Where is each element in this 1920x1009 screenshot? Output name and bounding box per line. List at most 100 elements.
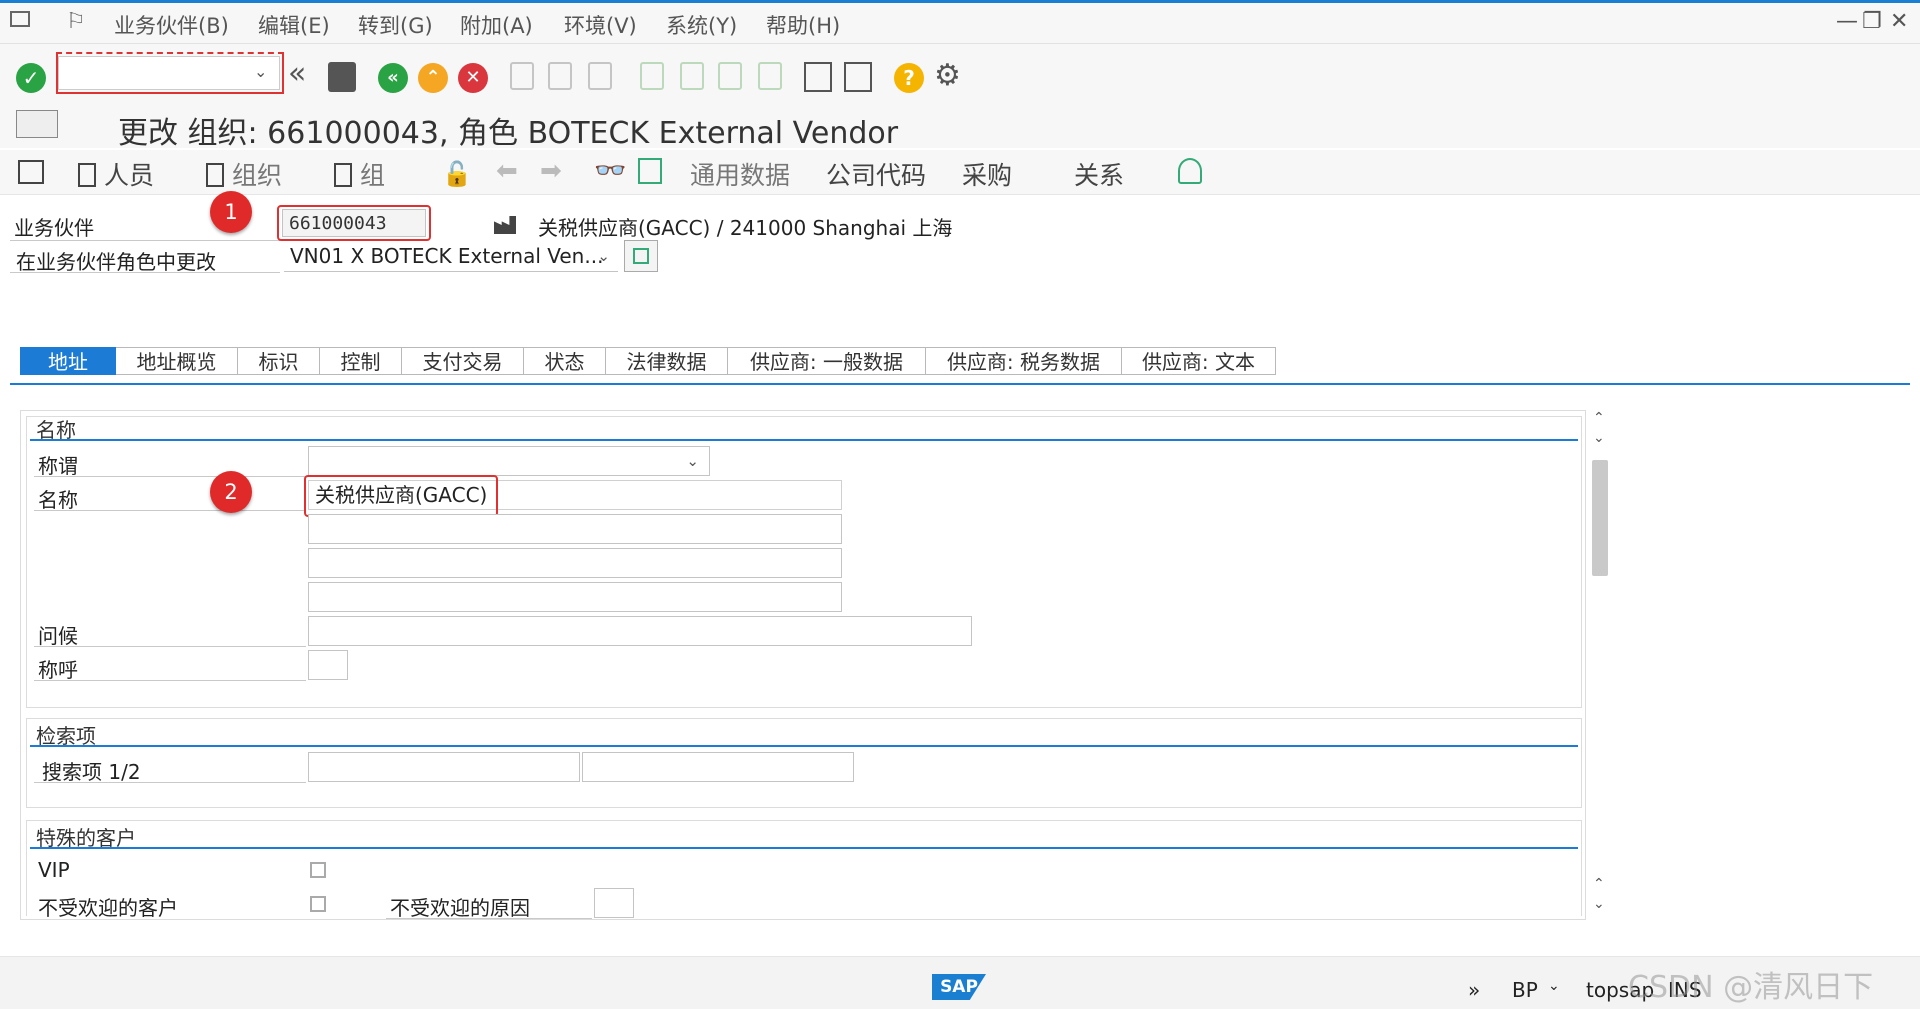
enter-icon[interactable]: ✓ (16, 63, 46, 93)
chevron-down-icon[interactable]: ⌄ (1548, 978, 1560, 994)
search-group-line (30, 745, 1578, 747)
tab-control[interactable]: 控制 (320, 347, 402, 375)
bp-description: 关税供应商(GACC) / 241000 Shanghai 上海 (538, 216, 953, 240)
scroll-up-icon[interactable]: ⌃ (1593, 410, 1605, 426)
status-expand-icon[interactable]: » (1468, 978, 1480, 1002)
tab-address[interactable]: 地址 (20, 347, 116, 375)
unwanted-customer-checkbox[interactable] (310, 896, 326, 912)
back-icon[interactable]: « (378, 63, 408, 93)
person-button[interactable]: 人员 (78, 156, 154, 192)
menu-environment[interactable]: 环境(V) (564, 10, 637, 40)
application-toolbar (0, 150, 1920, 195)
role-select[interactable]: VN01 X BOTECK External Ven... ⌄ (284, 242, 618, 272)
bp-label-underline (10, 240, 280, 241)
new-session-icon[interactable] (804, 62, 832, 92)
role-label-underline (10, 272, 280, 273)
chevron-down-icon[interactable]: ⌄ (597, 242, 610, 270)
menu-system[interactable]: 系统(Y) (666, 10, 737, 40)
salutation-label: 称呼 (38, 658, 78, 682)
bp-number-field[interactable]: 661000043 (282, 209, 426, 237)
document-icon (206, 163, 224, 187)
tab-status[interactable]: 状态 (524, 347, 606, 375)
name4-field[interactable] (308, 582, 842, 612)
back-double-icon[interactable]: « (288, 56, 306, 91)
command-field[interactable] (58, 56, 280, 90)
screen-menu-icon[interactable] (16, 110, 58, 138)
save-icon[interactable] (328, 62, 356, 92)
last-page-icon (758, 62, 782, 90)
details-icon (633, 248, 649, 264)
tab-vendor-text[interactable]: 供应商: 文本 (1122, 347, 1276, 375)
special-customer-group (26, 820, 1582, 916)
organization-button[interactable]: 组织 (206, 156, 282, 192)
tab-legal-data[interactable]: 法律数据 (606, 347, 728, 375)
cancel-icon[interactable]: ✕ (458, 63, 488, 93)
menu-goto[interactable]: 转到(G) (358, 10, 433, 40)
role-details-button[interactable] (624, 240, 658, 272)
watermark: CSDN @清风日下 (1628, 970, 1874, 1005)
name3-field[interactable] (308, 548, 842, 578)
search-term-label-underline (34, 782, 306, 783)
prev-page-icon (680, 62, 704, 90)
chevron-down-icon[interactable]: ⌄ (254, 62, 267, 81)
unwanted-customer-label: 不受欢迎的客户 (38, 896, 178, 920)
document-icon (78, 163, 96, 187)
title-label: 称谓 (38, 454, 78, 478)
arrow-left-icon: ⬅ (496, 156, 518, 186)
vip-checkbox[interactable] (310, 862, 326, 878)
salutation-field[interactable] (308, 650, 348, 680)
exit-icon[interactable]: ⌃ (418, 63, 448, 93)
tab-vendor-tax[interactable]: 供应商: 税务数据 (926, 347, 1122, 375)
unwanted-reason-field[interactable] (594, 888, 634, 918)
close-icon[interactable]: ✕ (1890, 9, 1908, 34)
bp-label: 业务伙伴 (14, 216, 94, 240)
scroll-down-icon[interactable]: ⌄ (1593, 430, 1605, 446)
title-select[interactable]: ⌄ (308, 446, 710, 476)
greeting-label: 问候 (38, 624, 78, 648)
tab-strip-line (10, 383, 1910, 385)
name1-highlight (304, 475, 498, 517)
menu-bar: ⚐ 业务伙伴(B) 编辑(E) 转到(G) 附加(A) 环境(V) 系统(Y) … (0, 3, 1920, 44)
print-icon (510, 62, 534, 90)
customize-icon[interactable]: ⚐ (66, 9, 86, 34)
relationships-button[interactable]: 关系 (1074, 156, 1124, 192)
search-term-1-field[interactable] (308, 752, 580, 782)
search-term-2-field[interactable] (582, 752, 854, 782)
name2-field[interactable] (308, 514, 842, 544)
tab-payment[interactable]: 支付交易 (402, 347, 524, 375)
help-icon[interactable]: ? (894, 63, 924, 93)
scroll-down-icon[interactable]: ⌄ (1593, 896, 1605, 912)
tab-address-overview[interactable]: 地址概览 (116, 347, 238, 375)
purchasing-button[interactable]: 采购 (962, 156, 1012, 192)
glasses-icon[interactable]: 👓 (594, 156, 626, 186)
organization-icon (494, 216, 516, 234)
vertical-scrollbar[interactable]: ⌃ ⌄ ⌃ ⌄ (1590, 410, 1610, 918)
menu-extras[interactable]: 附加(A) (460, 10, 533, 40)
scroll-up-icon[interactable]: ⌃ (1593, 876, 1605, 892)
shortcut-icon[interactable] (844, 62, 872, 92)
where-used-icon[interactable] (638, 158, 662, 184)
name-group-line (30, 439, 1578, 441)
restore-icon[interactable]: ❐ (1862, 9, 1882, 34)
company-code-button[interactable]: 公司代码 (826, 156, 926, 192)
window-menu-icon[interactable] (10, 11, 30, 27)
tab-vendor-general[interactable]: 供应商: 一般数据 (728, 347, 926, 375)
menu-edit[interactable]: 编辑(E) (258, 10, 330, 40)
vip-label: VIP (38, 858, 70, 882)
general-data-button[interactable]: 通用数据 (690, 156, 790, 192)
scroll-thumb[interactable] (1592, 460, 1608, 576)
minimize-icon[interactable]: — (1836, 9, 1858, 34)
find-icon (548, 62, 572, 90)
chevron-down-icon[interactable]: ⌄ (686, 447, 699, 475)
group-button[interactable]: 组 (334, 156, 385, 192)
navigation-panel-icon[interactable] (18, 160, 44, 184)
menu-help[interactable]: 帮助(H) (766, 10, 840, 40)
tab-identification[interactable]: 标识 (238, 347, 320, 375)
settings-icon[interactable]: ⚙ (934, 58, 961, 93)
menu-business-partner[interactable]: 业务伙伴(B) (114, 10, 229, 40)
name-label: 名称 (38, 488, 78, 512)
partner-icon[interactable] (1178, 158, 1202, 184)
annotation-badge-1: 1 (210, 191, 252, 233)
lock-icon[interactable]: 🔓 (442, 160, 472, 188)
greeting-field[interactable] (308, 616, 972, 646)
